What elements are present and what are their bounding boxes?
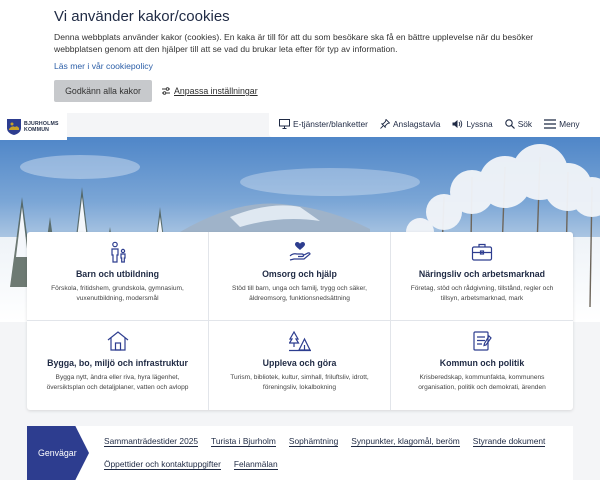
nav-search[interactable]: Sök [504,118,532,129]
shortcut-link-waste-collection[interactable]: Sophämtning [288,436,339,447]
cookie-actions: Godkänn alla kakor Anpassa inställningar [54,80,258,102]
pin-icon [380,118,390,129]
accept-all-cookies-button[interactable]: Godkänn alla kakor [54,80,152,102]
heart-hand-icon [289,242,311,261]
sliders-icon [162,87,170,95]
cookie-text: Denna webbplats använder kakor (cookies)… [54,32,534,54]
nav-listen[interactable]: Lyssna [452,119,493,129]
shortcuts-links: Sammanträdestider 2025 Turista i Bjurhol… [104,436,569,480]
category-card-municipality-politics[interactable]: Kommun och politik Krisberedskap, kommun… [391,321,573,410]
shortcut-link-opening-hours[interactable]: Öppettider och kontaktuppgifter [104,459,221,470]
coat-of-arms-icon [7,118,21,135]
site-logo[interactable]: BJURHOLMS KOMMUN [0,113,67,140]
cookie-policy-link[interactable]: Läs mer i vår cookiepolicy [54,61,153,71]
category-card-experience-do[interactable]: Uppleva och göra Turism, bibliotek, kult… [209,321,391,410]
briefcase-icon [471,243,493,261]
shortcut-link-tourism[interactable]: Turista i Bjurholm [211,436,276,447]
nav-notice-board[interactable]: Anslagstavla [380,118,440,129]
shortcut-link-meeting-dates[interactable]: Sammanträdestider 2025 [104,436,199,447]
shortcut-link-fault-report[interactable]: Felanmälan [233,459,278,470]
menu-icon [544,118,557,129]
nav-e-services[interactable]: E-tjänster/blanketter [279,118,368,129]
cookie-banner: Vi använder kakor/cookies Denna webbplat… [0,0,600,113]
customize-settings-button[interactable]: Anpassa inställningar [161,86,258,96]
speaker-icon [452,119,463,128]
category-card-children-education[interactable]: Barn och utbildning Förskola, fritidshem… [27,232,209,321]
category-card-build-environment[interactable]: Bygga, bo, miljö och infrastruktur Bygga… [27,321,209,410]
monitor-icon [279,118,290,129]
document-icon [473,331,492,351]
customize-settings-label: Anpassa inställningar [174,86,258,96]
house-icon [107,331,128,351]
top-navigation: E-tjänster/blanketter Anslagstavla Lyssn… [269,110,600,137]
category-card-care-help[interactable]: Omsorg och hjälp Stöd till barn, unga oc… [209,232,391,321]
logo-text: BJURHOLMS KOMMUN [24,120,59,133]
shortcuts-panel: Genvägar Sammanträdestider 2025 Turista … [27,426,573,480]
shortcut-link-feedback[interactable]: Synpunkter, klagomål, beröm [351,436,460,447]
child-adult-icon [110,241,126,263]
search-icon [504,118,515,129]
shortcuts-label: Genvägar [27,426,89,480]
nav-menu[interactable]: Meny [544,118,580,129]
category-grid: Barn och utbildning Förskola, fritidshem… [27,232,573,410]
category-card-business-labour[interactable]: Näringsliv och arbetsmarknad Företag, st… [391,232,573,321]
shortcut-link-governing-documents[interactable]: Styrande dokument [472,436,546,447]
tent-tree-icon [288,330,311,352]
cookie-title: Vi använder kakor/cookies [54,8,230,25]
